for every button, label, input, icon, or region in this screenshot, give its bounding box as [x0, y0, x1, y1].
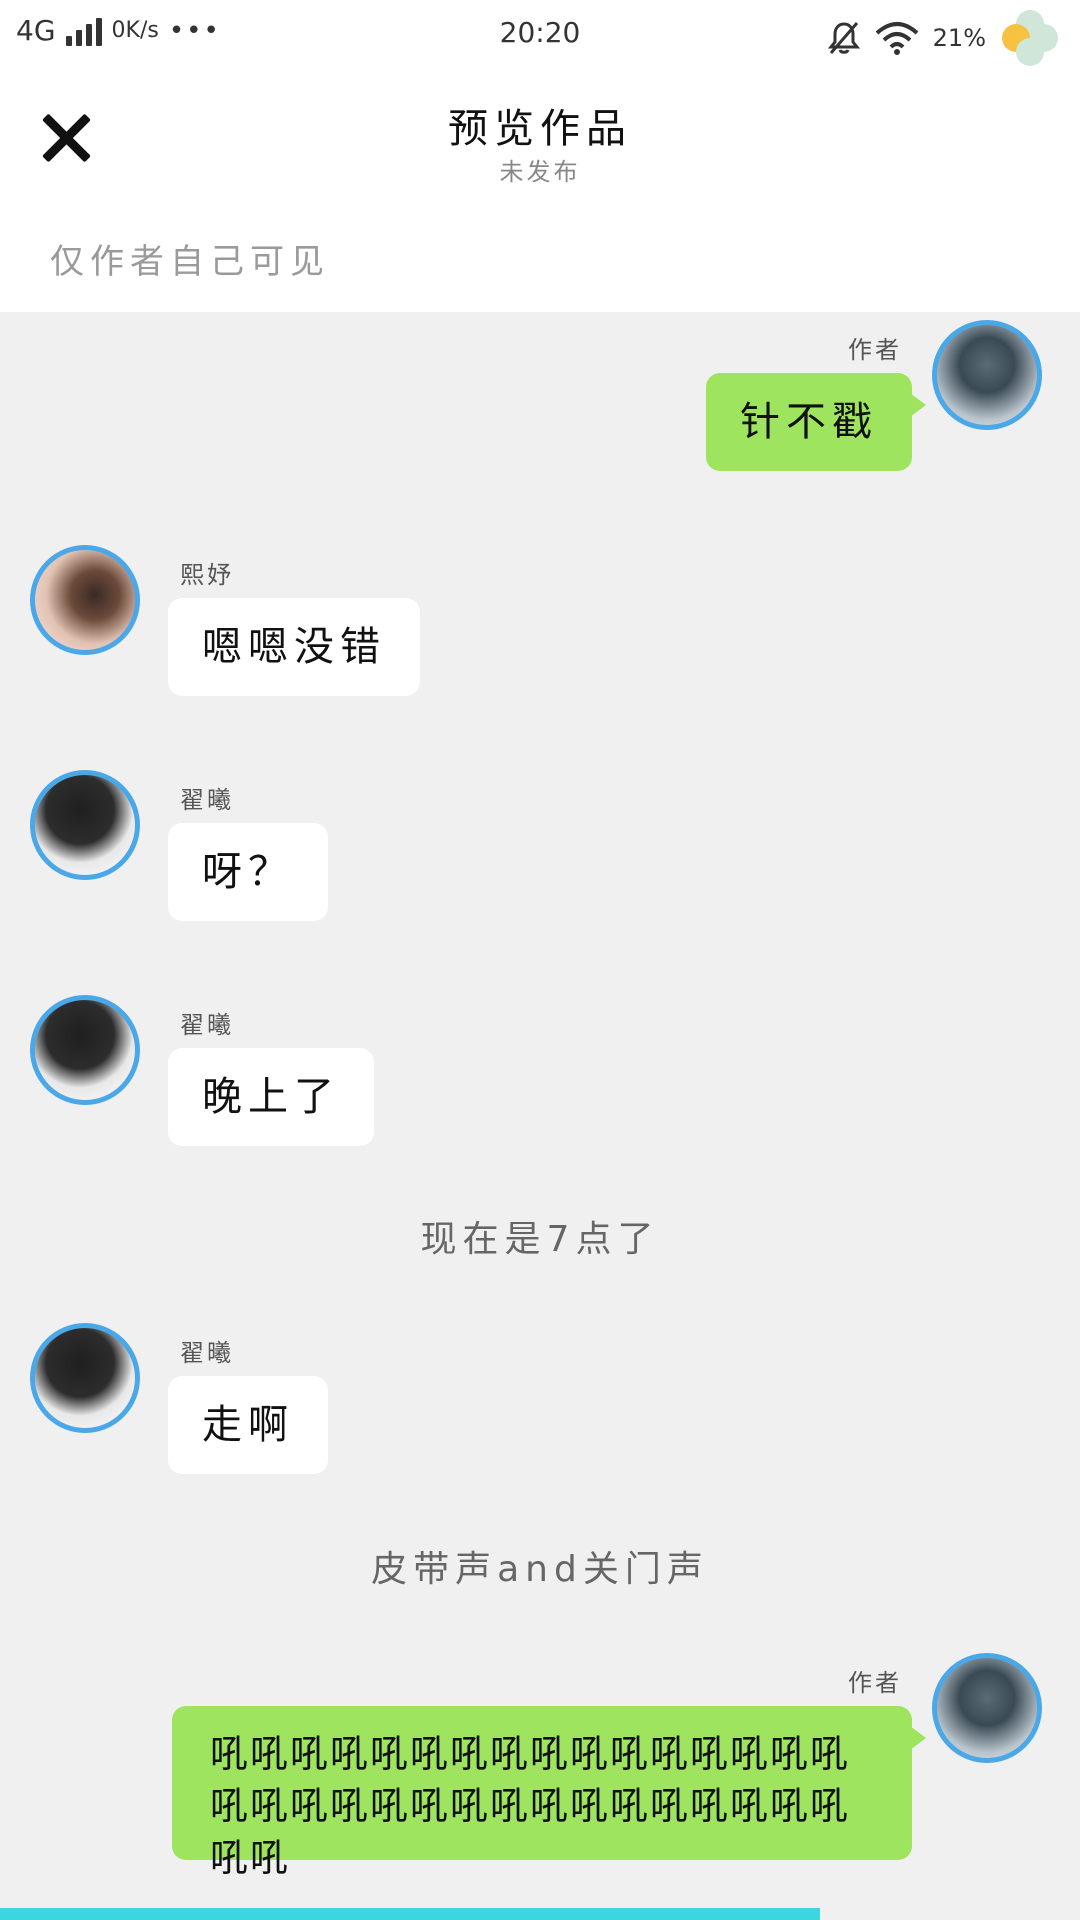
message-bubble[interactable]: 吼吼吼吼吼吼吼吼吼吼吼吼吼吼吼吼吼吼吼吼吼吼吼吼吼吼吼吼吼吼吼吼吼吼: [172, 1706, 926, 1880]
avatar-author[interactable]: [932, 1653, 1042, 1763]
message-bubble[interactable]: 走啊: [168, 1376, 328, 1474]
publish-status: 未发布: [499, 158, 581, 186]
visibility-note: 仅作者自己可见: [50, 242, 330, 282]
status-bar: 4G 0K/s ••• 20:20 21%: [0, 0, 1080, 70]
progress-bar: [0, 1908, 820, 1920]
page-title: 预览作品: [448, 106, 632, 152]
sender-name: 作者: [848, 1669, 902, 1697]
avatar-zhaixi[interactable]: [30, 1323, 140, 1433]
message-bubble[interactable]: 晚上了: [168, 1048, 374, 1146]
narration-text: 皮带声and关门声: [371, 1549, 709, 1590]
header: 预览作品 未发布: [0, 70, 1080, 220]
narration-text: 现在是7点了: [420, 1219, 660, 1260]
clover-icon: [1000, 8, 1060, 68]
avatar-xiyu[interactable]: [30, 545, 140, 655]
message-bubble[interactable]: 呀？: [168, 823, 328, 921]
sender-name: 熙妤: [180, 561, 234, 589]
visibility-note-bar: 仅作者自己可见: [0, 220, 1080, 312]
sender-name: 翟曦: [180, 1339, 234, 1367]
sender-name: 作者: [848, 336, 902, 364]
message-bubble[interactable]: 嗯嗯没错: [168, 598, 420, 696]
avatar-zhaixi[interactable]: [30, 770, 140, 880]
sender-name: 翟曦: [180, 1011, 234, 1039]
message-bubble[interactable]: 针不戳: [706, 373, 926, 471]
avatar-zhaixi[interactable]: [30, 995, 140, 1105]
battery-level: 21%: [932, 24, 986, 52]
avatar-author[interactable]: [932, 320, 1042, 430]
sender-name: 翟曦: [180, 786, 234, 814]
wifi-icon: [875, 22, 918, 55]
bell-off-icon: [827, 22, 860, 54]
